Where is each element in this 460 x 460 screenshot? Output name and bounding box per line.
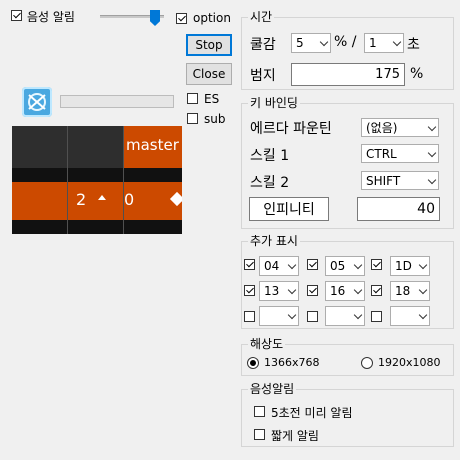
slider-thumb[interactable] xyxy=(150,10,160,26)
extra-select-5-value: 16 xyxy=(330,284,346,298)
width-input[interactable]: 175 xyxy=(291,63,405,86)
close-button[interactable]: Close xyxy=(186,63,232,85)
width-unit: % xyxy=(410,66,424,82)
time-group-title: 시간 xyxy=(248,10,275,24)
chevron-down-icon xyxy=(427,148,437,158)
chevron-down-icon xyxy=(427,122,437,132)
skill-progress-bar xyxy=(60,95,174,108)
keybind-select-erda[interactable]: (없음) xyxy=(361,118,439,137)
second-unit: 초 xyxy=(407,37,420,53)
extra-checkbox-6[interactable] xyxy=(371,285,382,296)
width-label: 범지 xyxy=(250,68,276,84)
chevron-down-icon xyxy=(353,285,363,295)
preview-divider-1 xyxy=(67,126,68,234)
extra-select-8[interactable] xyxy=(325,306,365,326)
voice-alert-checkbox[interactable] xyxy=(11,10,22,21)
voice-alert-label: 음성 알림 xyxy=(27,10,75,24)
keybind-select-skill2[interactable]: SHIFT xyxy=(361,171,439,190)
extra-select-2-value: 05 xyxy=(330,259,346,273)
extra-select-4-value: 13 xyxy=(264,284,280,298)
extra-select-6-value: 18 xyxy=(395,284,411,298)
extra-select-9[interactable] xyxy=(390,306,430,326)
chevron-down-icon xyxy=(353,260,363,270)
resolution-radio-1920[interactable] xyxy=(361,357,373,369)
preview-mid-black xyxy=(12,168,182,182)
keybind-label-erda: 에르다 파운틴 xyxy=(250,121,332,137)
preview-5sec-checkbox[interactable] xyxy=(254,406,265,417)
chevron-down-icon xyxy=(418,260,428,270)
extra-checkbox-4[interactable] xyxy=(244,285,255,296)
keybind-label-skill2: 스킬 2 xyxy=(250,175,290,191)
resolution-label-1366: 1366x768 xyxy=(264,356,320,369)
preview-count-text: 2 xyxy=(76,190,87,209)
preview-master-text: master xyxy=(126,136,179,154)
option-checkbox[interactable] xyxy=(176,13,187,24)
infinity-button[interactable]: 인피니티 xyxy=(249,197,329,221)
preview-bottom-orange xyxy=(12,182,182,220)
extra-select-3[interactable]: 1D xyxy=(390,256,430,276)
second-select[interactable]: 1 xyxy=(364,33,404,53)
extra-checkbox-7[interactable] xyxy=(244,311,255,322)
extra-select-1[interactable]: 04 xyxy=(259,256,299,276)
extra-checkbox-1[interactable] xyxy=(244,259,255,270)
resolution-title: 해상도 xyxy=(248,337,286,351)
sub-checkbox[interactable] xyxy=(187,113,198,124)
option-label: option xyxy=(193,11,231,25)
stop-button[interactable]: Stop xyxy=(186,34,232,56)
volume-slider[interactable] xyxy=(100,10,164,26)
keybind-select-skill2-value: SHIFT xyxy=(366,174,401,188)
extra-select-7[interactable] xyxy=(259,306,299,326)
chevron-down-icon xyxy=(287,310,297,320)
game-preview: master 2 0 xyxy=(12,126,182,234)
keybind-group-title: 키 바인딩 xyxy=(248,96,300,110)
voice-alert-group-title: 음성알림 xyxy=(248,382,297,396)
preview-up-arrow-icon xyxy=(98,195,106,200)
short-alert-label: 짧게 알림 xyxy=(271,429,319,443)
cooldown-select[interactable]: 5 xyxy=(291,33,331,53)
sub-label: sub xyxy=(204,112,226,126)
chevron-down-icon xyxy=(319,37,329,47)
second-select-value: 1 xyxy=(369,36,377,50)
keybind-select-skill1[interactable]: CTRL xyxy=(361,144,439,163)
cooldown-select-value: 5 xyxy=(296,36,304,50)
chevron-down-icon xyxy=(287,260,297,270)
extra-select-5[interactable]: 16 xyxy=(325,281,365,301)
keybind-label-skill1: 스킬 1 xyxy=(250,148,290,164)
preview-5sec-label: 5초전 미리 알림 xyxy=(271,406,353,420)
es-checkbox[interactable] xyxy=(187,93,198,104)
extra-select-3-value: 1D xyxy=(395,259,412,273)
extra-display-title: 추가 표시 xyxy=(248,234,300,248)
preview-zero-text: 0 xyxy=(124,190,135,209)
extra-checkbox-2[interactable] xyxy=(307,259,318,270)
keybind-select-skill1-value: CTRL xyxy=(366,147,397,161)
chevron-down-icon xyxy=(427,175,437,185)
extra-checkbox-5[interactable] xyxy=(307,285,318,296)
extra-select-2[interactable]: 05 xyxy=(325,256,365,276)
preview-divider-2 xyxy=(123,126,124,234)
short-alert-checkbox[interactable] xyxy=(254,429,265,440)
extra-select-1-value: 04 xyxy=(264,259,280,273)
cooldown-label: 쿨감 xyxy=(250,37,276,53)
extra-checkbox-3[interactable] xyxy=(371,259,382,270)
extra-select-4[interactable]: 13 xyxy=(259,281,299,301)
chevron-down-icon xyxy=(392,37,402,47)
infinity-input[interactable]: 40 xyxy=(357,197,440,221)
es-label: ES xyxy=(204,92,220,106)
keybind-select-erda-value: (없음) xyxy=(366,121,398,135)
extra-select-6[interactable]: 18 xyxy=(390,281,430,301)
resolution-radio-1366[interactable] xyxy=(247,357,259,369)
extra-checkbox-9[interactable] xyxy=(371,311,382,322)
preview-bottom-black xyxy=(12,220,182,234)
extra-checkbox-8[interactable] xyxy=(307,311,318,322)
chevron-down-icon xyxy=(287,285,297,295)
chevron-down-icon xyxy=(418,310,428,320)
skill-icon xyxy=(22,87,52,117)
chevron-down-icon xyxy=(353,310,363,320)
resolution-label-1920: 1920x1080 xyxy=(378,356,441,369)
percent-separator: % / xyxy=(334,34,357,50)
chevron-down-icon xyxy=(418,285,428,295)
